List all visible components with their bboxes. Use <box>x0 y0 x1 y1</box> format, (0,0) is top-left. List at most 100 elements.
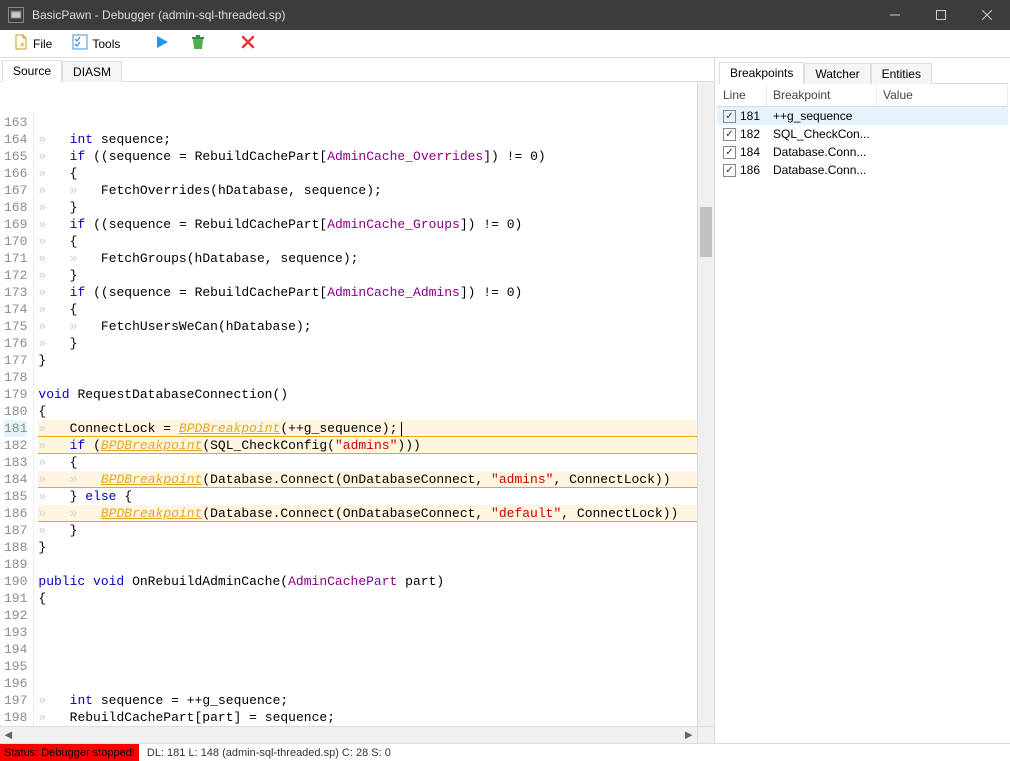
scroll-right-arrow[interactable]: ► <box>680 727 697 744</box>
toolbar: File Tools <box>0 30 1010 58</box>
code-line[interactable]: } <box>38 539 714 556</box>
cancel-button[interactable] <box>233 33 263 55</box>
code-editor[interactable]: 1631641651661671681691701711721731741751… <box>0 82 714 743</box>
col-breakpoint[interactable]: Breakpoint <box>767 84 877 106</box>
code-line[interactable] <box>38 607 714 624</box>
code-line[interactable]: » } <box>38 267 714 284</box>
bp-name: ++g_sequence <box>769 109 879 123</box>
editor-tabs: Source DIASM <box>0 58 714 82</box>
code-line[interactable]: » » FetchOverrides(hDatabase, sequence); <box>38 182 714 199</box>
line-number: 182 <box>4 437 27 454</box>
code-line[interactable]: » if ((sequence = RebuildCachePart[Admin… <box>38 216 714 233</box>
code-line[interactable]: » if ((sequence = RebuildCachePart[Admin… <box>38 284 714 301</box>
code-line[interactable] <box>38 675 714 692</box>
table-row[interactable]: ✓ 182 SQL_CheckCon... <box>717 125 1008 143</box>
bp-name: Database.Conn... <box>769 163 879 177</box>
table-row[interactable]: ✓186Database.Conn... <box>717 161 1008 179</box>
checklist-icon <box>72 34 88 53</box>
line-number: 191 <box>4 590 27 607</box>
scrollbar-track[interactable] <box>17 727 680 743</box>
code-line[interactable]: } <box>38 352 714 369</box>
line-number: 171 <box>4 250 27 267</box>
scroll-left-arrow[interactable]: ◄ <box>0 727 17 744</box>
code-line[interactable] <box>38 114 714 131</box>
code-line[interactable]: » ConnectLock = BPDBreakpoint(++g_sequen… <box>38 420 714 437</box>
code-line[interactable] <box>38 658 714 675</box>
delete-button[interactable] <box>183 33 213 55</box>
line-number: 176 <box>4 335 27 352</box>
code-line[interactable]: public void OnRebuildAdminCache(AdminCac… <box>38 573 714 590</box>
checkbox-icon[interactable]: ✓ <box>723 128 736 141</box>
code-line[interactable]: » » BPDBreakpoint(Database.Connect(OnDat… <box>38 505 714 522</box>
status-badge: Status: Debugger stopped! <box>0 744 139 761</box>
code-line[interactable] <box>38 556 714 573</box>
code-line[interactable]: » int sequence; <box>38 131 714 148</box>
vertical-scrollbar[interactable] <box>697 82 714 726</box>
code-line[interactable]: » RebuildCachePart[part] = sequence; <box>38 709 714 726</box>
code-line[interactable]: » } <box>38 522 714 539</box>
checkbox-icon[interactable]: ✓ <box>723 110 736 123</box>
table-header: Line Breakpoint Value <box>717 84 1008 107</box>
bp-line: 184 <box>740 145 760 159</box>
tab-watcher[interactable]: Watcher <box>804 63 870 84</box>
code-line[interactable]: » { <box>38 454 714 471</box>
file-icon <box>13 34 29 53</box>
line-number: 174 <box>4 301 27 318</box>
table-row[interactable]: ✓ 184 Database.Conn... <box>717 143 1008 161</box>
line-number: 185 <box>4 488 27 505</box>
checkbox-icon[interactable]: ✓ <box>723 164 736 177</box>
code-line[interactable]: » { <box>38 165 714 182</box>
scrollbar-thumb[interactable] <box>700 207 712 257</box>
bp-name: SQL_CheckCon... <box>769 127 879 141</box>
code-line[interactable]: » } else { <box>38 488 714 505</box>
line-number: 181 <box>4 420 27 437</box>
code-line[interactable]: » } <box>38 335 714 352</box>
code-area[interactable]: » int sequence;» if ((sequence = Rebuild… <box>34 112 714 743</box>
code-line[interactable] <box>38 624 714 641</box>
code-line[interactable]: » int sequence = ++g_sequence; <box>38 692 714 709</box>
code-line[interactable]: » } <box>38 199 714 216</box>
maximize-button[interactable] <box>918 0 964 30</box>
tab-diasm[interactable]: DIASM <box>62 61 122 82</box>
line-number: 194 <box>4 641 27 658</box>
tools-menu-label: Tools <box>92 37 120 51</box>
file-menu-button[interactable]: File <box>6 33 59 55</box>
code-line[interactable]: » if ((sequence = RebuildCachePart[Admin… <box>38 148 714 165</box>
run-button[interactable] <box>147 33 177 55</box>
line-number: 198 <box>4 709 27 726</box>
tab-source[interactable]: Source <box>2 60 62 82</box>
line-number: 166 <box>4 165 27 182</box>
code-line[interactable]: » { <box>38 301 714 318</box>
code-line[interactable]: » » BPDBreakpoint(Database.Connect(OnDat… <box>38 471 714 488</box>
horizontal-scrollbar[interactable]: ◄ ► <box>0 726 697 743</box>
minimize-button[interactable] <box>872 0 918 30</box>
close-button[interactable] <box>964 0 1010 30</box>
line-number: 167 <box>4 182 27 199</box>
code-line[interactable]: » { <box>38 233 714 250</box>
col-line[interactable]: Line <box>717 84 767 106</box>
line-number: 178 <box>4 369 27 386</box>
line-number: 186 <box>4 505 27 522</box>
code-line[interactable]: { <box>38 590 714 607</box>
code-line[interactable] <box>38 369 714 386</box>
line-number: 188 <box>4 539 27 556</box>
tab-entities[interactable]: Entities <box>871 63 932 84</box>
table-row[interactable]: ✓181++g_sequence <box>717 107 1008 125</box>
code-line[interactable] <box>38 641 714 658</box>
code-line[interactable]: » » FetchUsersWeCan(hDatabase); <box>38 318 714 335</box>
bp-name: Database.Conn... <box>769 145 879 159</box>
checkbox-icon[interactable]: ✓ <box>723 146 736 159</box>
code-line[interactable]: void RequestDatabaseConnection() <box>38 386 714 403</box>
line-number: 189 <box>4 556 27 573</box>
bp-line: 182 <box>740 127 760 141</box>
code-line[interactable]: { <box>38 403 714 420</box>
line-number: 196 <box>4 675 27 692</box>
tab-breakpoints[interactable]: Breakpoints <box>719 62 804 84</box>
tools-menu-button[interactable]: Tools <box>65 33 127 55</box>
right-tabs: Breakpoints Watcher Entities <box>717 60 1008 84</box>
editor-pane: Source DIASM 163164165166167168169170171… <box>0 58 715 743</box>
code-line[interactable]: » if (BPDBreakpoint(SQL_CheckConfig("adm… <box>38 437 714 454</box>
col-value[interactable]: Value <box>877 84 1008 106</box>
code-line[interactable]: » » FetchGroups(hDatabase, sequence); <box>38 250 714 267</box>
line-number: 190 <box>4 573 27 590</box>
